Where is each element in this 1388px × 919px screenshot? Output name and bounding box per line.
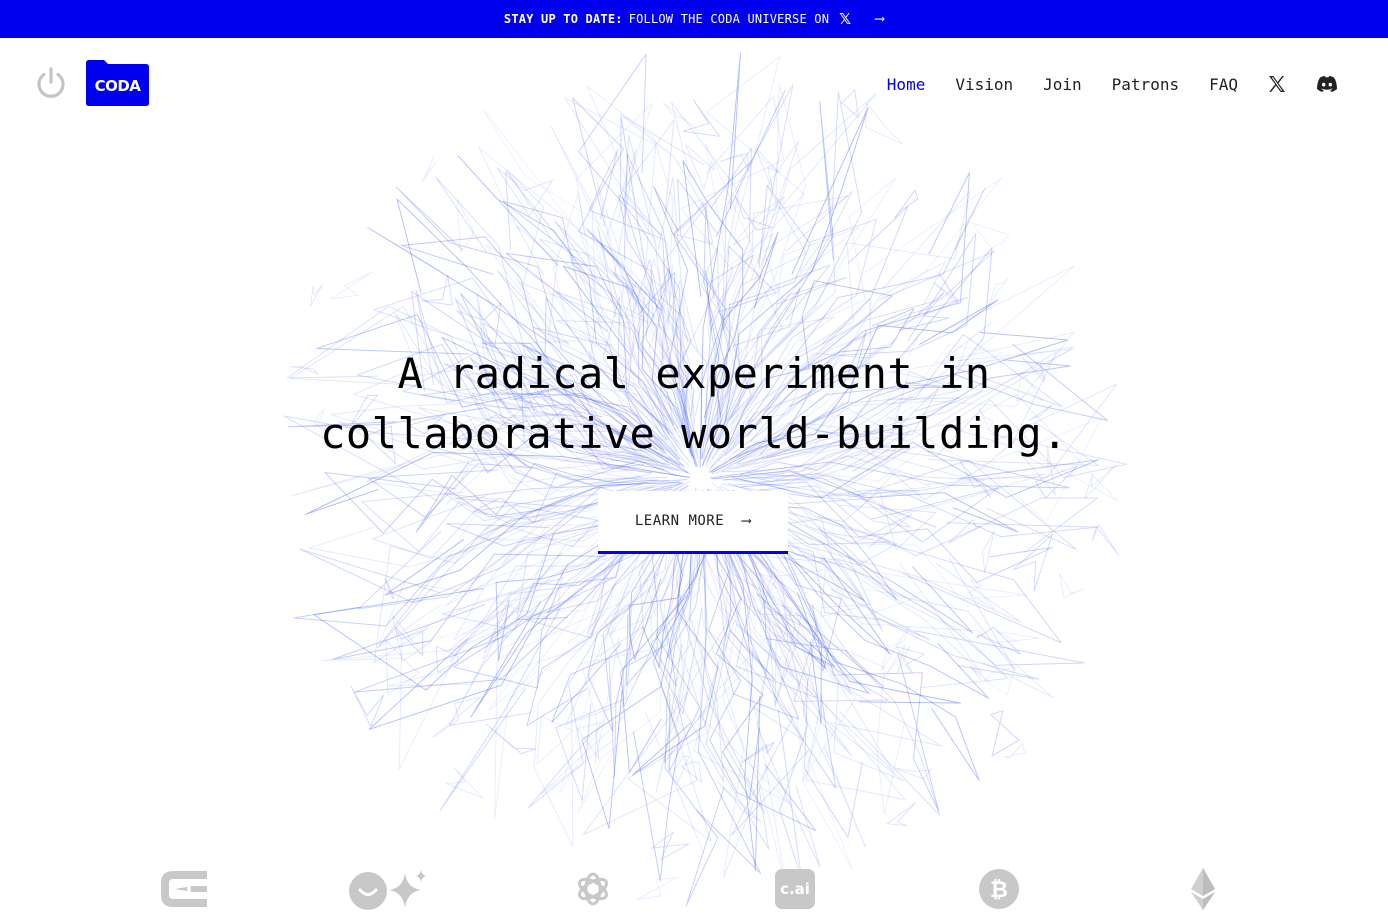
wireframe-burst-background — [283, 52, 1128, 907]
ethereum-icon[interactable] — [1188, 864, 1218, 914]
wireframe-shard — [457, 199, 474, 253]
wireframe-shard — [536, 715, 574, 766]
announcement-text: FOLLOW THE CODA UNIVERSE ON — [628, 12, 830, 26]
wireframe-shard — [420, 155, 437, 184]
partner-logos: c.ai ₿ — [0, 864, 1388, 914]
wireframe-shard — [650, 830, 690, 861]
nav-home[interactable]: Home — [887, 75, 926, 94]
nav-vision[interactable]: Vision — [955, 75, 1013, 94]
wireframe-shard — [433, 697, 481, 738]
logo-text: CODA — [95, 77, 142, 95]
wireframe-shard — [969, 665, 991, 683]
wireframe-strand — [439, 531, 658, 812]
arrow-right-icon[interactable]: ⟶ — [875, 11, 884, 27]
wireframe-shard — [1059, 572, 1084, 598]
wireframe-shard — [486, 723, 537, 754]
nav-patrons[interactable]: Patrons — [1112, 75, 1179, 94]
bitcoin-symbol: ₿ — [990, 878, 1008, 903]
main-nav: Home Vision Join Patrons FAQ — [857, 72, 1338, 96]
nav-faq[interactable]: FAQ — [1209, 75, 1238, 94]
wireframe-strand — [703, 516, 766, 814]
character-ai-icon[interactable]: c.ai — [773, 864, 817, 914]
wireframe-shard — [894, 189, 919, 219]
wireframe-shard — [330, 271, 374, 300]
stack-logo-icon[interactable] — [158, 864, 210, 914]
wireframe-shard — [989, 710, 1020, 757]
nav-join[interactable]: Join — [1043, 75, 1082, 94]
wireframe-shard — [673, 755, 690, 784]
wireframe-shard — [1003, 742, 1026, 759]
learn-more-button[interactable]: LEARN MORE ⟶ — [598, 491, 788, 554]
hero-line-1: A radical experiment in — [397, 349, 991, 398]
announcement-lead: STAY UP TO DATE: — [503, 12, 623, 26]
power-icon[interactable] — [34, 66, 68, 100]
announcement-bar[interactable]: STAY UP TO DATE: FOLLOW THE CODA UNIVERS… — [0, 0, 1388, 38]
smile-sparkle-icon[interactable] — [346, 864, 428, 914]
wireframe-shard — [309, 284, 324, 307]
character-ai-text: c.ai — [780, 880, 810, 898]
wireframe-shard — [662, 102, 696, 129]
wireframe-shard — [982, 530, 995, 573]
learn-more-label: LEARN MORE — [634, 513, 725, 529]
wireframe-shard — [886, 802, 917, 827]
hero-line-2: collaborative world-building. — [320, 409, 1068, 458]
x-icon[interactable]: 𝕏 — [839, 10, 851, 28]
x-icon[interactable] — [1268, 75, 1286, 93]
wireframe-shard — [841, 89, 859, 119]
wireframe-shard — [971, 222, 1010, 249]
wireframe-shard — [384, 578, 395, 600]
openai-icon[interactable] — [572, 864, 614, 914]
arrow-right-icon: ⟶ — [742, 513, 752, 529]
coda-logo[interactable]: CODA — [86, 60, 149, 106]
wireframe-shard — [864, 102, 904, 145]
discord-icon[interactable] — [1316, 75, 1338, 93]
hero-headline: A radical experiment in collaborative wo… — [0, 344, 1388, 464]
wireframe-shard — [1091, 523, 1120, 556]
bitcoin-icon[interactable]: ₿ — [977, 864, 1021, 914]
